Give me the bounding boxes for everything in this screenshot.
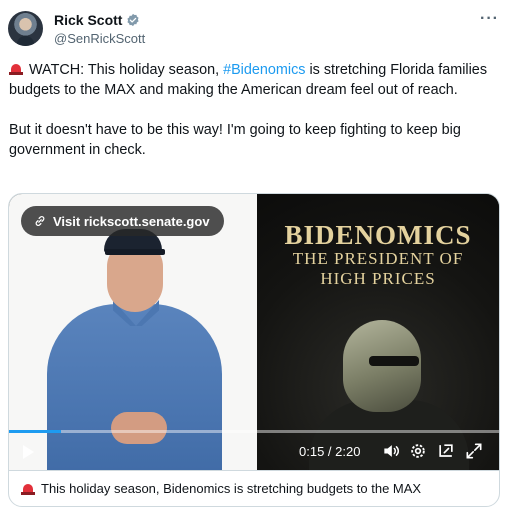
play-icon[interactable] — [23, 445, 34, 459]
volume-icon[interactable] — [381, 441, 401, 461]
settings-gear-icon[interactable] — [408, 441, 428, 461]
speaker-figure — [47, 304, 222, 470]
hashtag-link[interactable]: #Bidenomics — [223, 62, 305, 78]
tweet-text: WATCH: This holiday season, #Bidenomics … — [9, 60, 501, 180]
tweet-text-prefix: WATCH: This holiday season, — [29, 62, 224, 78]
siren-icon — [21, 482, 35, 495]
poster-subtitle-2: HIGH PRICES — [320, 269, 436, 288]
author-display-name[interactable]: Rick Scott — [54, 12, 122, 28]
fullscreen-icon[interactable] — [464, 441, 484, 461]
tweet-paragraph-1: WATCH: This holiday season, #Bidenomics … — [9, 60, 501, 100]
more-options-icon[interactable]: ··· — [480, 10, 499, 28]
author-name-row: Rick Scott — [54, 12, 140, 28]
video-progress-bar[interactable] — [9, 430, 499, 433]
visit-link-chip[interactable]: Visit rickscott.senate.gov — [21, 206, 224, 236]
picture-in-picture-icon[interactable] — [436, 441, 456, 461]
tweet-paragraph-2: But it doesn't have to be this way! I'm … — [9, 122, 461, 158]
author-handle[interactable]: @SenRickScott — [54, 31, 145, 46]
video-player[interactable]: BIDENOMICS THE PRESIDENT OF HIGH PRICES … — [9, 194, 499, 470]
tweet-card: Rick Scott @SenRickScott ··· WATCH: This… — [0, 0, 508, 512]
avatar[interactable] — [8, 11, 43, 46]
verified-badge-icon — [127, 13, 140, 27]
link-icon — [35, 216, 45, 226]
video-caption-text[interactable]: This holiday season, Bidenomics is stret… — [41, 481, 421, 496]
video-progress-fill — [9, 430, 62, 433]
poster-subtitle-1: THE PRESIDENT OF — [292, 249, 464, 268]
visit-link-text[interactable]: Visit rickscott.senate.gov — [53, 214, 210, 229]
video-card[interactable]: BIDENOMICS THE PRESIDENT OF HIGH PRICES … — [8, 193, 500, 507]
poster-title: BIDENOMICS — [284, 220, 472, 250]
video-caption[interactable]: This holiday season, Bidenomics is stret… — [9, 470, 499, 506]
video-time: 0:15 / 2:20 — [299, 444, 361, 459]
video-right-frame: BIDENOMICS THE PRESIDENT OF HIGH PRICES — [257, 194, 499, 470]
siren-icon — [9, 62, 23, 75]
